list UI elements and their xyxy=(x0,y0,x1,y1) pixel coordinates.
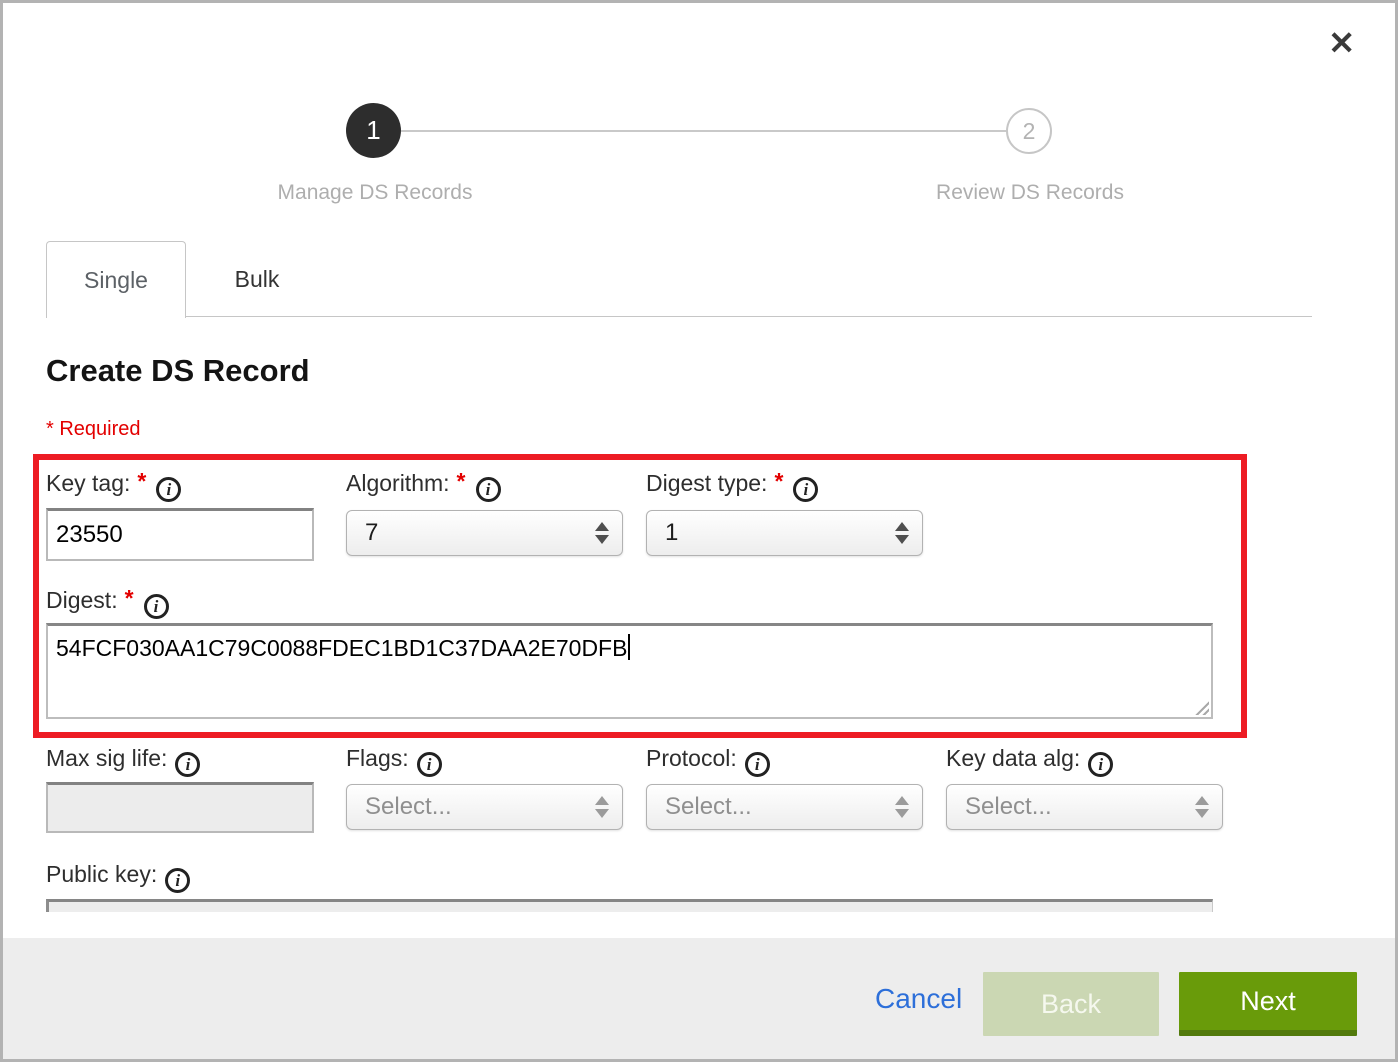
stepper-connector xyxy=(401,130,1008,132)
info-icon[interactable]: i xyxy=(476,477,501,502)
next-button[interactable]: Next xyxy=(1179,972,1357,1036)
cancel-link[interactable]: Cancel xyxy=(875,938,962,1059)
step-2-label: Review DS Records xyxy=(850,181,1210,205)
digest-value: 54FCF030AA1C79C0088FDEC1BD1C37DAA2E70DFB xyxy=(56,635,627,661)
max-sig-life-label-text: Max sig life: xyxy=(46,745,167,771)
step-1-indicator: 1 xyxy=(346,103,401,158)
chevron-up-down-icon xyxy=(595,796,609,818)
key-tag-input[interactable]: 23550 xyxy=(46,508,314,561)
protocol-select[interactable]: Select... xyxy=(646,784,923,830)
required-asterisk: * xyxy=(125,585,134,611)
algorithm-label-text: Algorithm: xyxy=(346,470,450,496)
digest-label-text: Digest: xyxy=(46,587,118,613)
modal-footer: Cancel Back Next xyxy=(3,938,1395,1059)
tab-bar-underline xyxy=(46,316,1312,317)
key-data-alg-selected-value: Select... xyxy=(965,793,1052,820)
flags-select[interactable]: Select... xyxy=(346,784,623,830)
algorithm-selected-value: 7 xyxy=(365,519,378,546)
digest-type-label-text: Digest type: xyxy=(646,470,767,496)
max-sig-life-label: Max sig life: i xyxy=(46,745,200,777)
key-tag-label: Key tag: * i xyxy=(46,470,181,502)
info-icon[interactable]: i xyxy=(745,752,770,777)
key-data-alg-select[interactable]: Select... xyxy=(946,784,1223,830)
digest-type-selected-value: 1 xyxy=(665,519,678,546)
algorithm-select[interactable]: 7 xyxy=(346,510,623,556)
info-icon[interactable]: i xyxy=(417,752,442,777)
max-sig-life-input[interactable] xyxy=(46,782,314,833)
public-key-textarea[interactable] xyxy=(46,899,1213,912)
chevron-up-down-icon xyxy=(595,522,609,544)
create-ds-record-modal: ✕ 1 2 Manage DS Records Review DS Record… xyxy=(0,0,1398,1062)
algorithm-label: Algorithm: * i xyxy=(346,470,501,502)
key-tag-value: 23550 xyxy=(56,521,123,549)
key-data-alg-label-text: Key data alg: xyxy=(946,745,1080,771)
close-icon: ✕ xyxy=(1328,25,1355,61)
info-icon[interactable]: i xyxy=(1088,752,1113,777)
info-icon[interactable]: i xyxy=(144,594,169,619)
digest-type-label: Digest type: * i xyxy=(646,470,818,502)
info-icon[interactable]: i xyxy=(156,477,181,502)
step-1-label: Manage DS Records xyxy=(195,181,555,205)
required-asterisk: * xyxy=(774,468,783,494)
public-key-label-text: Public key: xyxy=(46,861,157,887)
resize-handle-icon[interactable] xyxy=(1193,699,1209,715)
protocol-label: Protocol: i xyxy=(646,745,770,777)
digest-textarea[interactable]: 54FCF030AA1C79C0088FDEC1BD1C37DAA2E70DFB xyxy=(46,623,1213,719)
key-tag-label-text: Key tag: xyxy=(46,470,130,496)
info-icon[interactable]: i xyxy=(175,752,200,777)
text-cursor xyxy=(628,634,630,660)
flags-label: Flags: i xyxy=(346,745,442,777)
info-icon[interactable]: i xyxy=(793,477,818,502)
info-icon[interactable]: i xyxy=(165,868,190,893)
key-data-alg-label: Key data alg: i xyxy=(946,745,1113,777)
flags-label-text: Flags: xyxy=(346,745,409,771)
close-button[interactable]: ✕ xyxy=(1328,27,1355,59)
protocol-label-text: Protocol: xyxy=(646,745,737,771)
required-note: * Required xyxy=(46,418,141,441)
back-button[interactable]: Back xyxy=(983,972,1159,1036)
digest-type-select[interactable]: 1 xyxy=(646,510,923,556)
step-2-indicator: 2 xyxy=(1006,108,1052,154)
tab-single[interactable]: Single xyxy=(46,241,186,318)
flags-selected-value: Select... xyxy=(365,793,452,820)
tab-bulk[interactable]: Bulk xyxy=(187,241,327,318)
chevron-up-down-icon xyxy=(1195,796,1209,818)
chevron-up-down-icon xyxy=(895,522,909,544)
digest-label: Digest: * i xyxy=(46,587,169,619)
public-key-label: Public key: i xyxy=(46,861,190,893)
protocol-selected-value: Select... xyxy=(665,793,752,820)
required-asterisk: * xyxy=(137,468,146,494)
chevron-up-down-icon xyxy=(895,796,909,818)
required-asterisk: * xyxy=(457,468,466,494)
page-title: Create DS Record xyxy=(46,353,310,389)
